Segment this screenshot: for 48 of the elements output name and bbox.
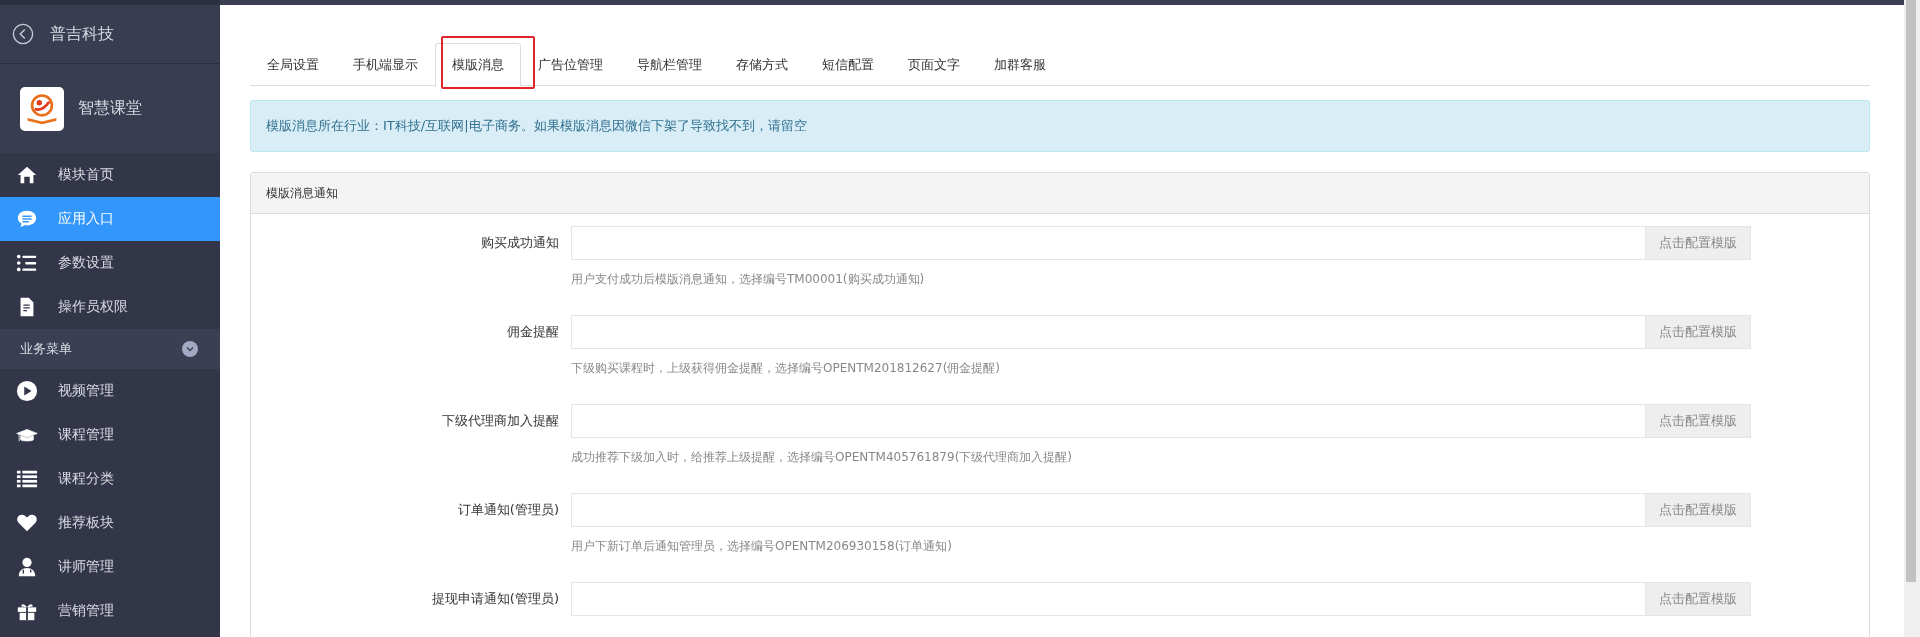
menu-item[interactable]: 讲师管理 bbox=[0, 545, 220, 589]
help-text: 用户支付成功后模版消息通知，选择编号TM00001(购买成功通知) bbox=[571, 271, 926, 288]
back-icon[interactable] bbox=[12, 23, 34, 45]
menu-item[interactable]: 课程分类 bbox=[0, 457, 220, 501]
help-text: 成功推荐下级加入时，给推荐上级提醒，选择编号OPENTM405761879(下级代理商加入提醒) bbox=[571, 449, 1073, 466]
tab[interactable]: 手机端显示 bbox=[336, 43, 435, 86]
tab[interactable]: 短信配置 bbox=[805, 43, 891, 86]
tab[interactable]: 导航栏管理 bbox=[620, 43, 719, 86]
app-name: 智慧课堂 bbox=[78, 98, 142, 119]
menu-item[interactable]: 模块首页 bbox=[0, 153, 220, 197]
play-icon bbox=[16, 380, 38, 402]
tab[interactable]: 广告位管理 bbox=[521, 43, 620, 86]
brand-title: 普吉科技 bbox=[50, 23, 114, 45]
input-field[interactable] bbox=[571, 315, 1645, 349]
tab[interactable]: 页面文字 bbox=[891, 43, 977, 86]
tab[interactable]: 模版消息 bbox=[435, 43, 521, 86]
panel-title: 模版消息通知 bbox=[251, 173, 1869, 214]
menu-item[interactable]: 操作员权限 bbox=[0, 285, 220, 329]
input-field[interactable] bbox=[571, 493, 1645, 527]
list-icon bbox=[16, 252, 38, 274]
scrollbar[interactable] bbox=[1904, 0, 1920, 637]
help-text: 下级购买课程时，上级获得佣金提醒，选择编号OPENTM201812627(佣金提醒) bbox=[571, 360, 1001, 377]
field-label: 下级代理商加入提醒 bbox=[441, 412, 560, 430]
menu-group-header[interactable]: 业务菜单 bbox=[0, 329, 220, 369]
person-icon bbox=[16, 556, 38, 578]
heart-icon bbox=[16, 512, 38, 534]
input-field[interactable] bbox=[571, 582, 1645, 616]
group-label: 业务菜单 bbox=[20, 340, 72, 358]
chat-bubble-icon bbox=[16, 208, 38, 230]
input-field[interactable] bbox=[571, 226, 1645, 260]
menu-item[interactable]: 推荐板块 bbox=[0, 501, 220, 545]
info-alert: 模版消息所在行业：IT科技/互联网|电子商务。如果模版消息因微信下架了导致找不到，请留空 bbox=[250, 100, 1870, 152]
list-icon bbox=[16, 468, 38, 490]
field-label: 佣金提醒 bbox=[506, 323, 560, 341]
tab[interactable]: 全局设置 bbox=[250, 43, 336, 86]
tab[interactable]: 存储方式 bbox=[719, 43, 805, 86]
app-logo bbox=[20, 86, 64, 131]
input-field[interactable] bbox=[571, 404, 1645, 438]
menu-item[interactable]: 营销管理 bbox=[0, 589, 220, 633]
house-icon bbox=[16, 164, 38, 186]
menu-item[interactable]: 课程管理 bbox=[0, 413, 220, 457]
field-label: 订单通知(管理员) bbox=[456, 501, 560, 519]
field-label: 购买成功通知 bbox=[480, 234, 560, 252]
menu-item[interactable]: 视频管理 bbox=[0, 369, 220, 413]
help-text: 用户下新订单后通知管理员，选择编号OPENTM206930158(订单通知) bbox=[571, 538, 953, 555]
menu-item[interactable]: 参数设置 bbox=[0, 241, 220, 285]
tab[interactable]: 加群客服 bbox=[977, 43, 1063, 86]
field-label: 提现申请通知(管理员) bbox=[430, 590, 560, 608]
